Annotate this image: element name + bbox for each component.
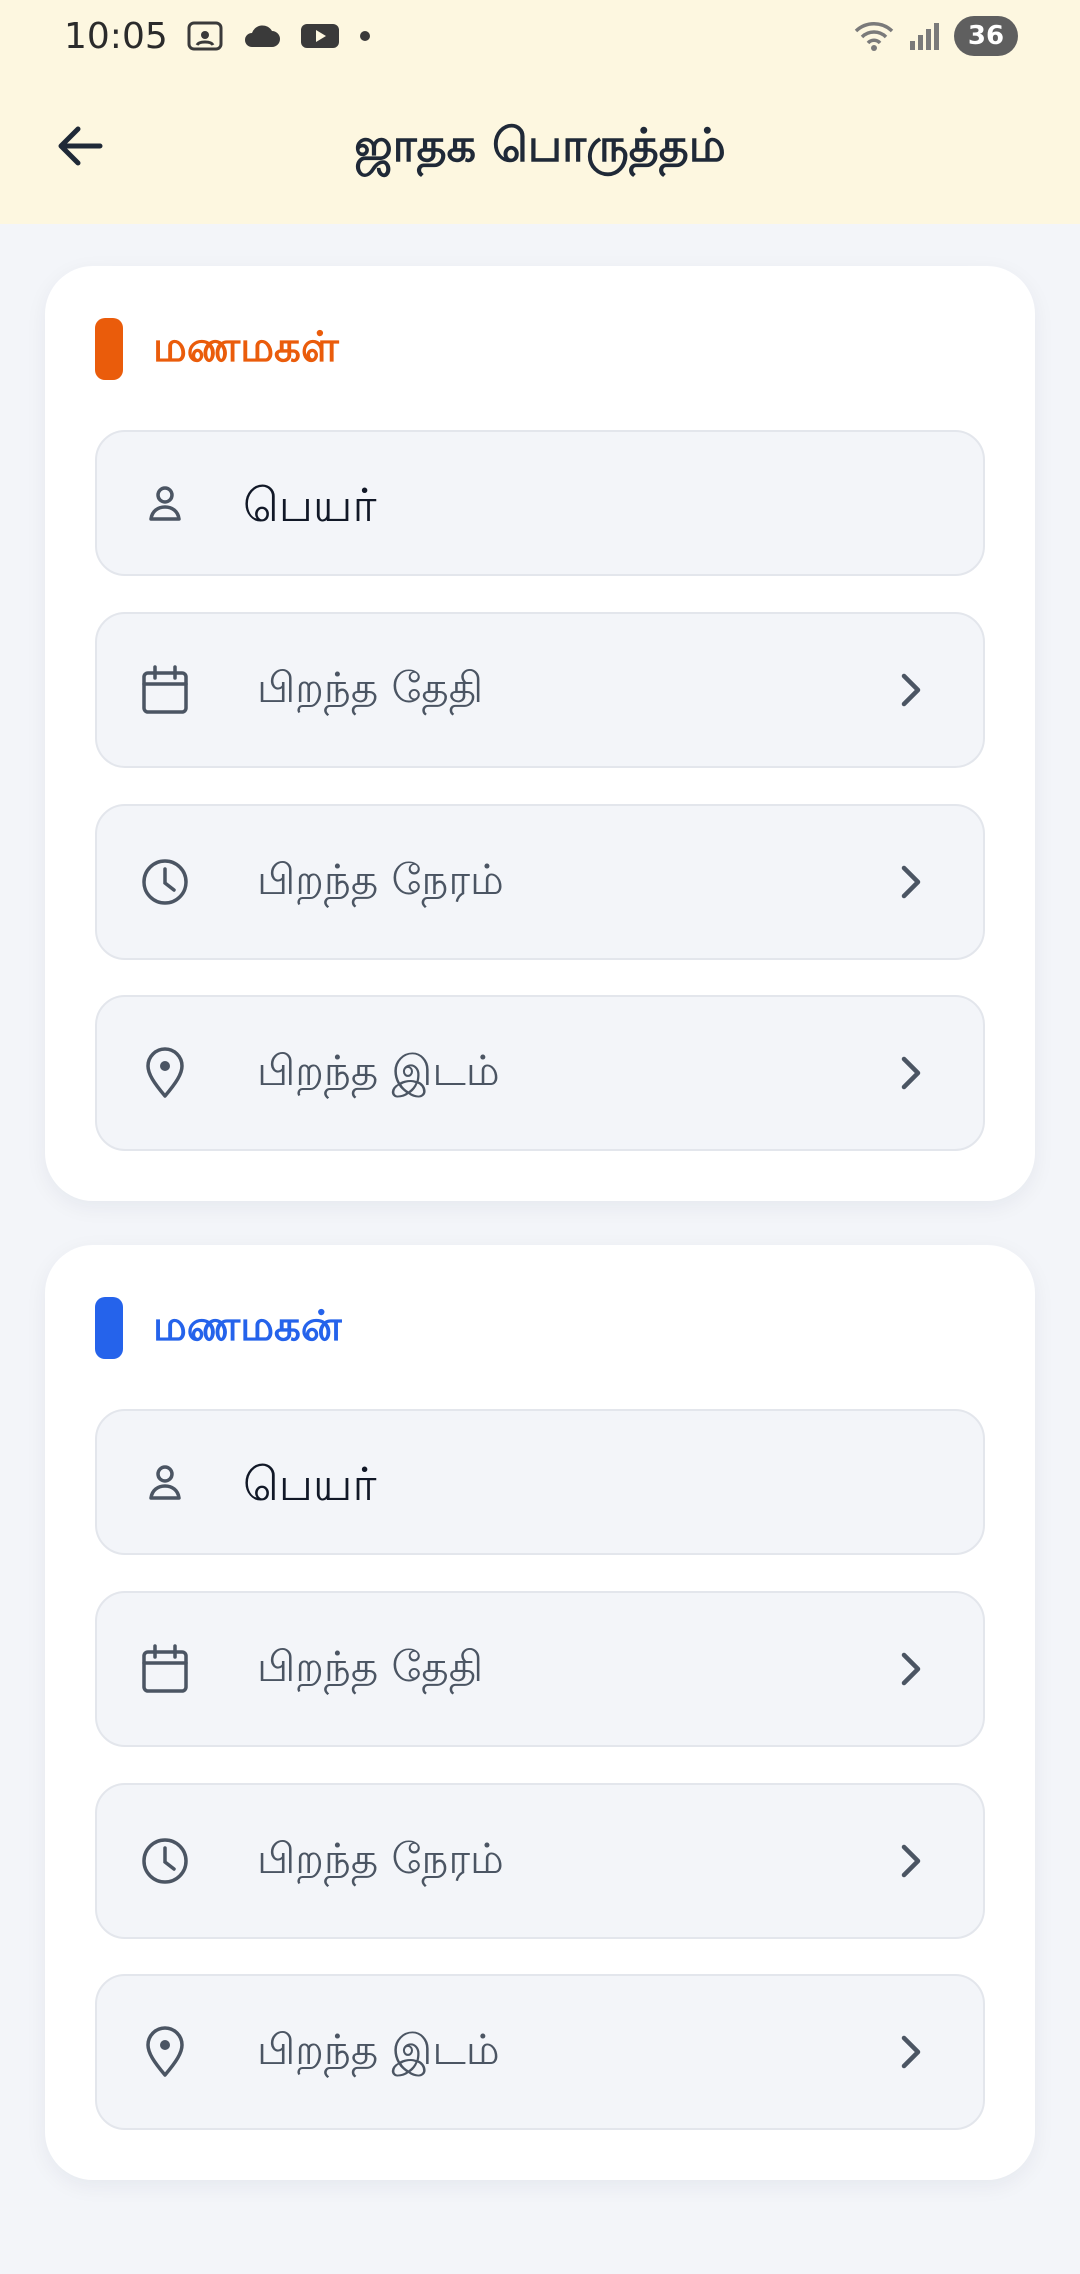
groom-card: மணமகன் பிறந்த தேதி பிறந்த நேரம் பிறந்த இ…	[45, 1245, 1035, 2180]
bride-dob-field[interactable]: பிறந்த தேதி	[95, 612, 985, 768]
signal-icon	[908, 21, 942, 51]
location-pin-icon	[139, 1047, 191, 1099]
calendar-icon	[139, 664, 191, 716]
app-bar: ஜாதக பொருத்தம்	[0, 72, 1080, 224]
bride-place-label: பிறந்த இடம்	[257, 1045, 500, 1095]
groom-section-title: மணமகன்	[153, 1300, 342, 1350]
dot-icon	[358, 29, 372, 43]
arrow-left-icon	[58, 126, 103, 166]
chevron-right-icon	[895, 670, 927, 710]
bride-card-header: மணமகள்	[95, 318, 339, 380]
groom-name-input[interactable]	[243, 1441, 923, 1527]
groom-dob-field[interactable]: பிறந்த தேதி	[95, 1591, 985, 1747]
bride-name-field[interactable]	[95, 430, 985, 576]
bride-time-label: பிறந்த நேரம்	[257, 854, 504, 904]
screenshot-icon	[186, 19, 224, 53]
chevron-right-icon	[895, 1053, 927, 1093]
groom-place-label: பிறந்த இடம்	[257, 2024, 500, 2074]
groom-dob-label: பிறந்த தேதி	[257, 1641, 484, 1691]
person-icon	[139, 1456, 191, 1508]
status-left: 10:05	[64, 16, 372, 57]
bride-section-title: மணமகள்	[153, 321, 339, 371]
groom-time-label: பிறந்த நேரம்	[257, 1833, 504, 1883]
chevron-right-icon	[895, 1841, 927, 1881]
status-right: 36	[852, 16, 1018, 56]
clock-icon	[139, 856, 191, 908]
clock-icon	[139, 1835, 191, 1887]
back-button[interactable]	[50, 116, 110, 176]
wifi-icon	[852, 19, 896, 53]
chevron-right-icon	[895, 2032, 927, 2072]
status-time: 10:05	[64, 15, 168, 57]
bride-dob-label: பிறந்த தேதி	[257, 662, 484, 712]
battery-indicator: 36	[954, 16, 1018, 56]
chevron-right-icon	[895, 862, 927, 902]
bride-name-input[interactable]	[243, 462, 923, 548]
groom-card-header: மணமகன்	[95, 1297, 342, 1359]
bride-accent-bar	[95, 318, 123, 380]
groom-place-field[interactable]: பிறந்த இடம்	[95, 1974, 985, 2130]
youtube-icon	[300, 21, 340, 51]
cloud-icon	[242, 21, 282, 51]
person-icon	[139, 477, 191, 529]
chevron-right-icon	[895, 1649, 927, 1689]
location-pin-icon	[139, 2026, 191, 2078]
groom-accent-bar	[95, 1297, 123, 1359]
bride-time-field[interactable]: பிறந்த நேரம்	[95, 804, 985, 960]
calendar-icon	[139, 1643, 191, 1695]
bride-place-field[interactable]: பிறந்த இடம்	[95, 995, 985, 1151]
page-title: ஜாதக பொருத்தம்	[354, 117, 726, 172]
status-bar: 10:05 36	[0, 0, 1080, 72]
bride-card: மணமகள் பிறந்த தேதி பிறந்த நேரம் பிறந்த இ…	[45, 266, 1035, 1201]
groom-time-field[interactable]: பிறந்த நேரம்	[95, 1783, 985, 1939]
groom-name-field[interactable]	[95, 1409, 985, 1555]
